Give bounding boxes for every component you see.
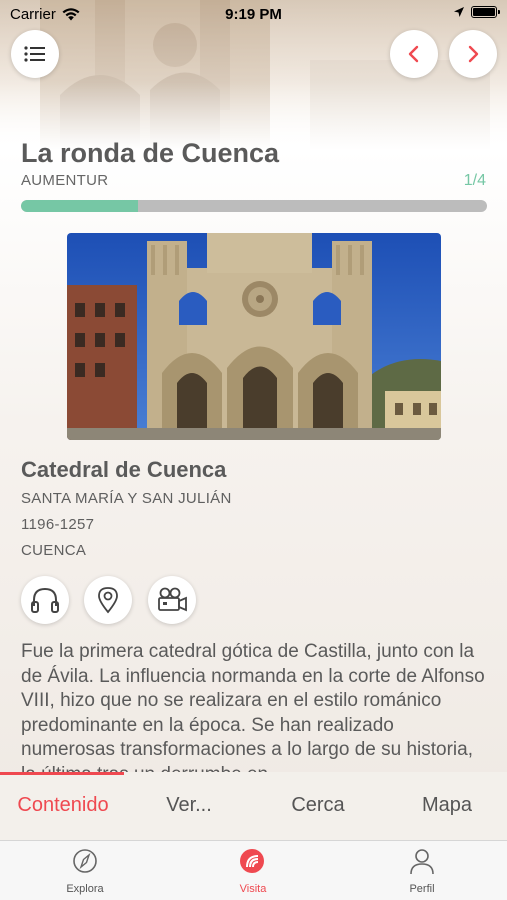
next-button[interactable] (449, 30, 497, 78)
visit-signal-icon (240, 849, 264, 873)
nav-perfil[interactable]: Perfil (367, 847, 477, 895)
location-arrow-icon (454, 7, 464, 17)
tab-ver[interactable]: Ver... (126, 794, 252, 817)
active-tab-indicator (0, 772, 124, 775)
route-progress-bar (21, 200, 487, 212)
place-description: Fue la primera catedral gótica de Castil… (21, 641, 485, 772)
route-progress-fill (21, 200, 138, 212)
place-dedication: SANTA MARÍA Y SAN JULIÁN (21, 490, 232, 507)
battery-icon (471, 6, 500, 18)
tab-cerca[interactable]: Cerca (255, 794, 381, 817)
video-button[interactable] (148, 576, 196, 624)
chevron-left-icon (408, 45, 419, 63)
place-title: Catedral de Cuenca (21, 457, 227, 482)
status-time: 9:19 PM (225, 6, 282, 23)
audio-guide-button[interactable] (21, 576, 69, 624)
route-title: La ronda de Cuenca (21, 138, 280, 168)
tab-mapa[interactable]: Mapa (384, 794, 507, 817)
place-city: CUENCA (21, 542, 87, 559)
tab-contenido[interactable]: Contenido (0, 794, 126, 817)
location-pin-icon (98, 587, 118, 614)
content-tabs: Contenido Ver... Cerca Mapa (0, 772, 507, 840)
step-counter: 1/4 (463, 172, 486, 189)
video-camera-icon (158, 587, 187, 612)
location-button[interactable] (84, 576, 132, 624)
menu-button[interactable] (11, 30, 59, 78)
profile-icon (410, 849, 434, 875)
compass-icon (73, 849, 97, 873)
chevron-right-icon (468, 45, 479, 63)
list-menu-icon (24, 46, 45, 62)
nav-perfil-label: Perfil (409, 883, 435, 895)
previous-button[interactable] (390, 30, 438, 78)
headphones-icon (31, 587, 59, 613)
place-years: 1196-1257 (21, 516, 95, 533)
battery-level (473, 8, 495, 16)
nav-explora-label: Explora (66, 883, 104, 895)
nav-visita[interactable]: Visita (198, 847, 308, 895)
cathedral-photo (67, 233, 441, 440)
nav-visita-label: Visita (239, 883, 267, 895)
bottom-navigation: Explora Visita Perfil (0, 840, 507, 900)
route-subtitle: AUMENTUR (21, 172, 109, 189)
status-bar: Carrier 9:19 PM (0, 0, 507, 28)
nav-explora[interactable]: Explora (30, 847, 140, 895)
